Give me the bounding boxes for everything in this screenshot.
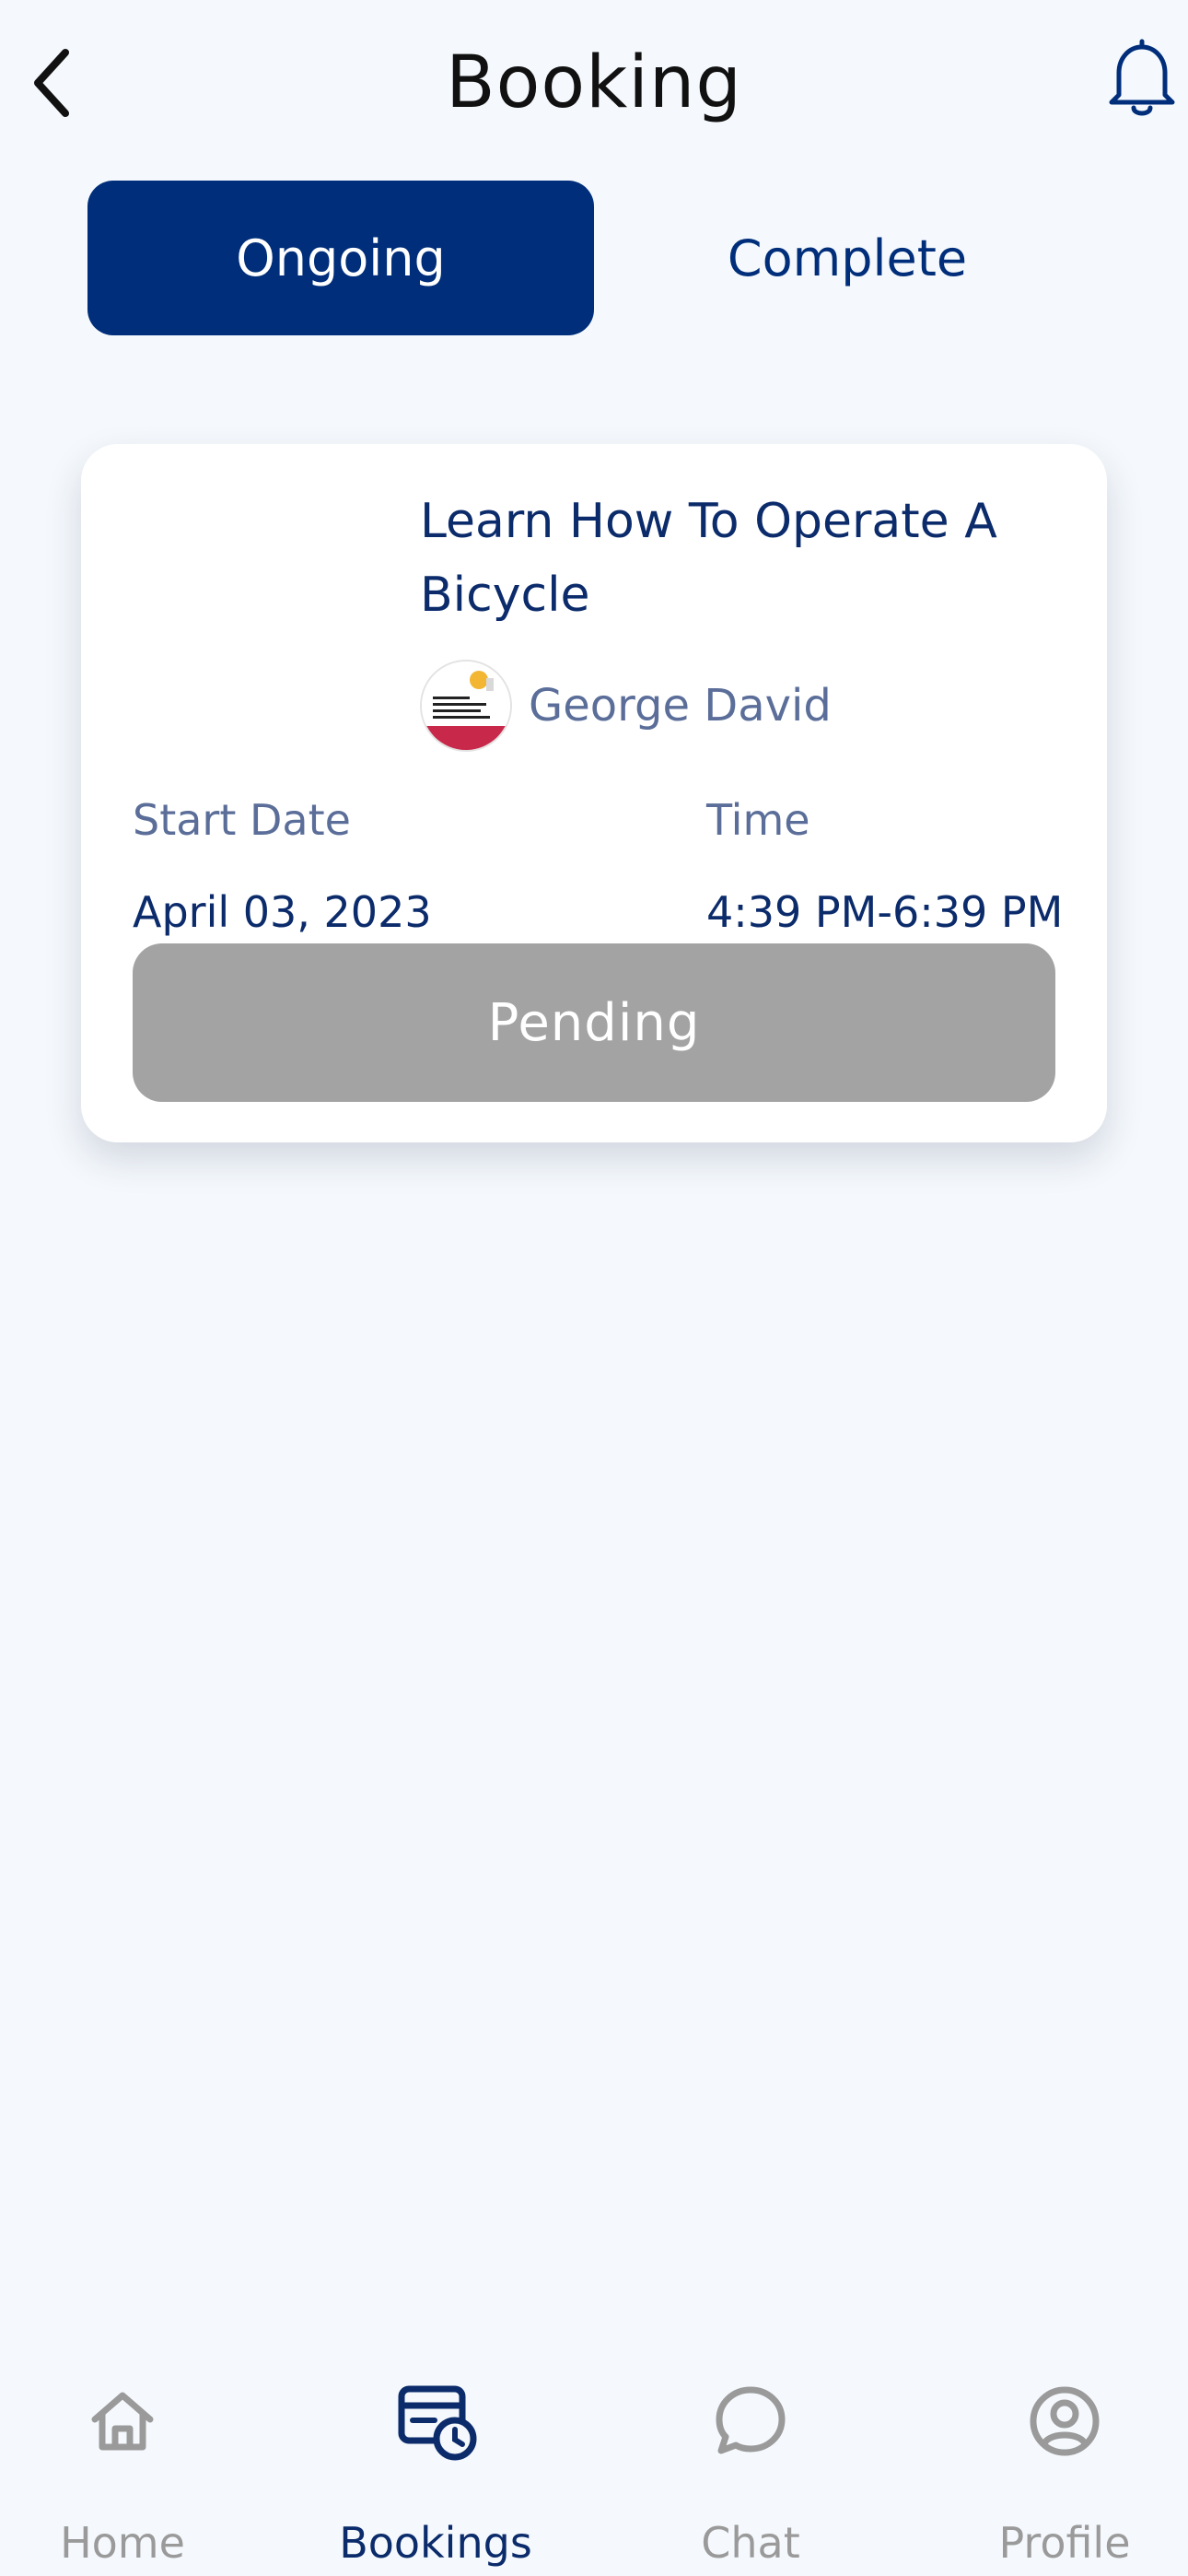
start-date-label: Start Date [133,795,351,845]
nav-chat[interactable]: Chat [602,2340,899,2576]
booking-tabs: Ongoing Complete [87,181,1101,335]
start-date-value: April 03, 2023 [133,887,432,937]
course-title: Learn How To Operate A Bicycle [420,494,997,623]
status-pending-button[interactable]: Pending [133,943,1055,1102]
notifications-button[interactable] [1096,28,1188,129]
nav-profile-label: Profile [998,2518,1131,2568]
calendar-clock-icon [287,2340,584,2501]
avatar-image [420,660,512,752]
home-icon [0,2340,271,2501]
time-value: 4:39 PM-6:39 PM [706,887,1064,937]
nav-home-label: Home [60,2518,185,2568]
bell-icon [1109,39,1175,116]
booking-card[interactable]: Learn How To Operate A Bicycle George Da… [81,444,1107,1142]
nav-profile[interactable]: Profile [916,2340,1188,2576]
tab-ongoing[interactable]: Ongoing [87,181,594,335]
nav-chat-label: Chat [701,2518,800,2568]
header: Booking [0,0,1188,166]
user-circle-icon [916,2340,1188,2501]
nav-bookings[interactable]: Bookings [287,2340,584,2576]
tab-complete[interactable]: Complete [594,181,1101,335]
nav-home[interactable]: Home [0,2340,271,2576]
nav-bookings-label: Bookings [339,2518,532,2568]
bottom-navigation: Home Bookings Chat Profile [0,2340,1188,2576]
instructor-name: George David [529,680,832,732]
page-title: Booking [446,41,742,124]
time-label: Time [706,795,810,845]
chat-bubble-icon [602,2340,899,2501]
